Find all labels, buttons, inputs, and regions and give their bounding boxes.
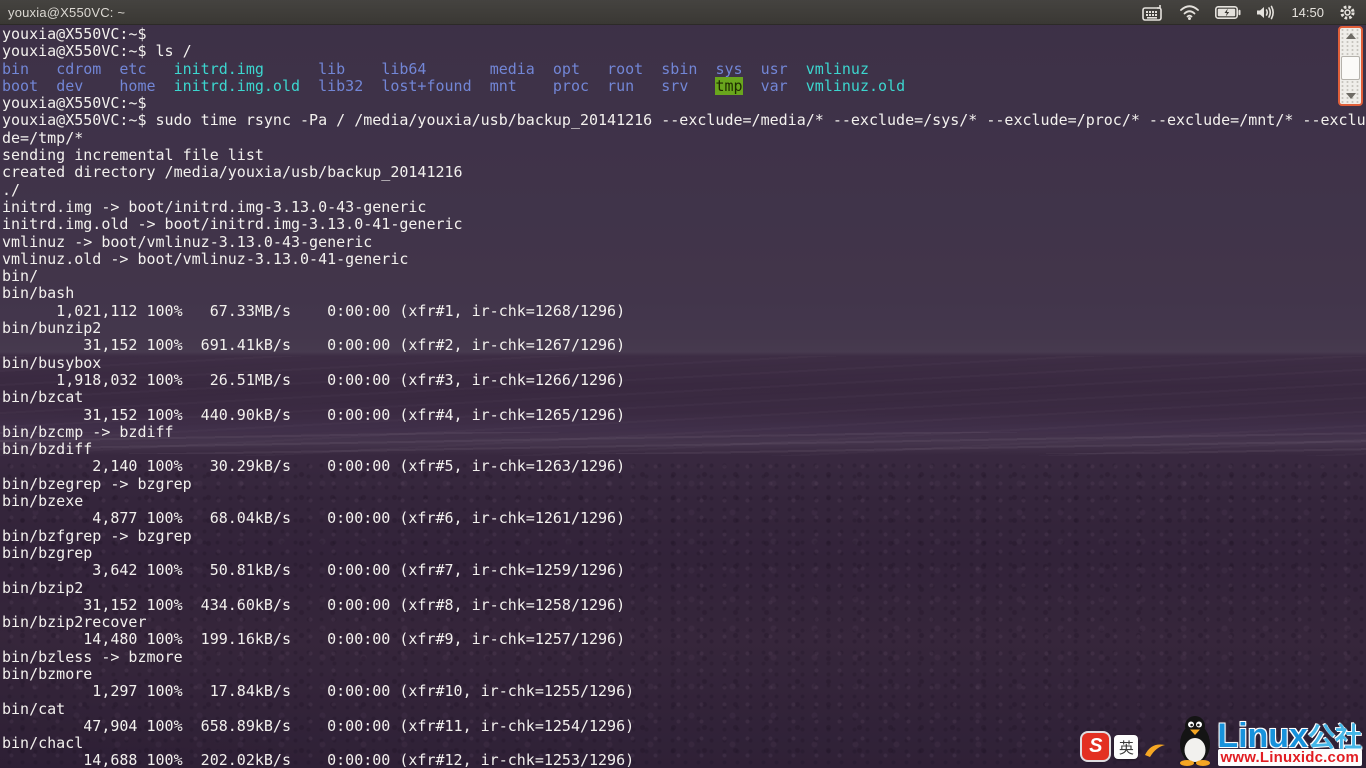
terminal-line: youxia@X550VC:~$ sudo time rsync -Pa / /…: [2, 112, 1366, 129]
gear-icon[interactable]: [1339, 4, 1356, 21]
terminal-line: bin/bzdiff: [2, 441, 1366, 458]
input-mode-badge[interactable]: 英: [1114, 735, 1138, 759]
terminal-line: 31,152 100% 691.41kB/s 0:00:00 (xfr#2, i…: [2, 337, 1366, 354]
terminal-line: bin/bzmore: [2, 666, 1366, 683]
terminal-line: bin/bunzip2: [2, 320, 1366, 337]
terminal-line: bin/bzexe: [2, 493, 1366, 510]
tux-penguin-icon: [1172, 714, 1218, 766]
terminal-line: bin/bzip2recover: [2, 614, 1366, 631]
terminal-line: 14,480 100% 199.16kB/s 0:00:00 (xfr#9, i…: [2, 631, 1366, 648]
terminal-line: 4,877 100% 68.04kB/s 0:00:00 (xfr#6, ir-…: [2, 510, 1366, 527]
watermark-area: S 英 Linux 公社 www.Linuxidc.com: [1082, 714, 1362, 766]
brand-url: www.Linuxidc.com: [1218, 749, 1363, 766]
terminal-line: 31,152 100% 440.90kB/s 0:00:00 (xfr#4, i…: [2, 407, 1366, 424]
terminal-line: ./: [2, 182, 1366, 199]
swoosh-icon: [1143, 740, 1167, 758]
top-menubar: youxia@X550VC: ~: [0, 0, 1366, 25]
terminal-line: bin/bzgrep: [2, 545, 1366, 562]
battery-charging-icon[interactable]: [1215, 6, 1241, 19]
brand-text-cn: 公社: [1308, 725, 1362, 752]
desktop: youxia@X550VC:~$youxia@X550VC:~$ ls /bin…: [0, 0, 1366, 768]
terminal-line: bin/bash: [2, 285, 1366, 302]
terminal-line: 3,642 100% 50.81kB/s 0:00:00 (xfr#7, ir-…: [2, 562, 1366, 579]
overlay-scrollbar[interactable]: [1338, 26, 1363, 106]
terminal-line: vmlinuz.old -> boot/vmlinuz-3.13.0-41-ge…: [2, 251, 1366, 268]
terminal-line: bin/bzless -> bzmore: [2, 649, 1366, 666]
terminal-output: youxia@X550VC:~$youxia@X550VC:~$ ls /bin…: [2, 26, 1366, 768]
terminal-line: bin/bzip2: [2, 580, 1366, 597]
terminal-line: youxia@X550VC:~$ ls /: [2, 43, 1366, 60]
terminal-line: sending incremental file list: [2, 147, 1366, 164]
terminal-line: 31,152 100% 434.60kB/s 0:00:00 (xfr#8, i…: [2, 597, 1366, 614]
clock-indicator[interactable]: 14:50: [1291, 5, 1324, 20]
sogou-input-icon[interactable]: S: [1082, 733, 1109, 760]
terminal-line: 1,021,112 100% 67.33MB/s 0:00:00 (xfr#1,…: [2, 303, 1366, 320]
linuxidc-watermark: Linux 公社 www.Linuxidc.com: [1217, 719, 1362, 766]
terminal-line: bin/bzcmp -> bzdiff: [2, 424, 1366, 441]
terminal-line: vmlinuz -> boot/vmlinuz-3.13.0-43-generi…: [2, 234, 1366, 251]
terminal-line: 1,918,032 100% 26.51MB/s 0:00:00 (xfr#3,…: [2, 372, 1366, 389]
terminal-line: de=/tmp/*: [2, 130, 1366, 147]
terminal-line: 1,297 100% 17.84kB/s 0:00:00 (xfr#10, ir…: [2, 683, 1366, 700]
terminal-line: initrd.img -> boot/initrd.img-3.13.0-43-…: [2, 199, 1366, 216]
terminal-line: bin/bzcat: [2, 389, 1366, 406]
terminal-line: initrd.img.old -> boot/initrd.img-3.13.0…: [2, 216, 1366, 233]
terminal-screen[interactable]: youxia@X550VC:~$youxia@X550VC:~$ ls /bin…: [0, 24, 1366, 768]
window-title: youxia@X550VC: ~: [8, 5, 125, 20]
terminal-line: created directory /media/youxia/usb/back…: [2, 164, 1366, 181]
volume-icon[interactable]: [1256, 5, 1276, 20]
system-tray: 14:50: [1142, 4, 1356, 21]
terminal-line: bin/busybox: [2, 355, 1366, 372]
brand-text: Linux: [1217, 719, 1308, 753]
scrollbar-up-arrow-icon[interactable]: [1346, 33, 1356, 39]
wifi-icon[interactable]: [1179, 4, 1200, 20]
terminal-line: youxia@X550VC:~$: [2, 95, 1366, 112]
terminal-line: 2,140 100% 30.29kB/s 0:00:00 (xfr#5, ir-…: [2, 458, 1366, 475]
terminal-line: bin/: [2, 268, 1366, 285]
terminal-line: boot dev home initrd.img.old lib32 lost+…: [2, 78, 1366, 95]
terminal-line: youxia@X550VC:~$: [2, 26, 1366, 43]
scrollbar-down-arrow-icon[interactable]: [1346, 93, 1356, 99]
keyboard-icon[interactable]: [1142, 4, 1164, 21]
scrollbar-thumb[interactable]: [1341, 56, 1360, 80]
terminal-line: bin/bzfgrep -> bzgrep: [2, 528, 1366, 545]
terminal-line: bin cdrom etc initrd.img lib lib64 media…: [2, 61, 1366, 78]
terminal-line: bin/bzegrep -> bzgrep: [2, 476, 1366, 493]
